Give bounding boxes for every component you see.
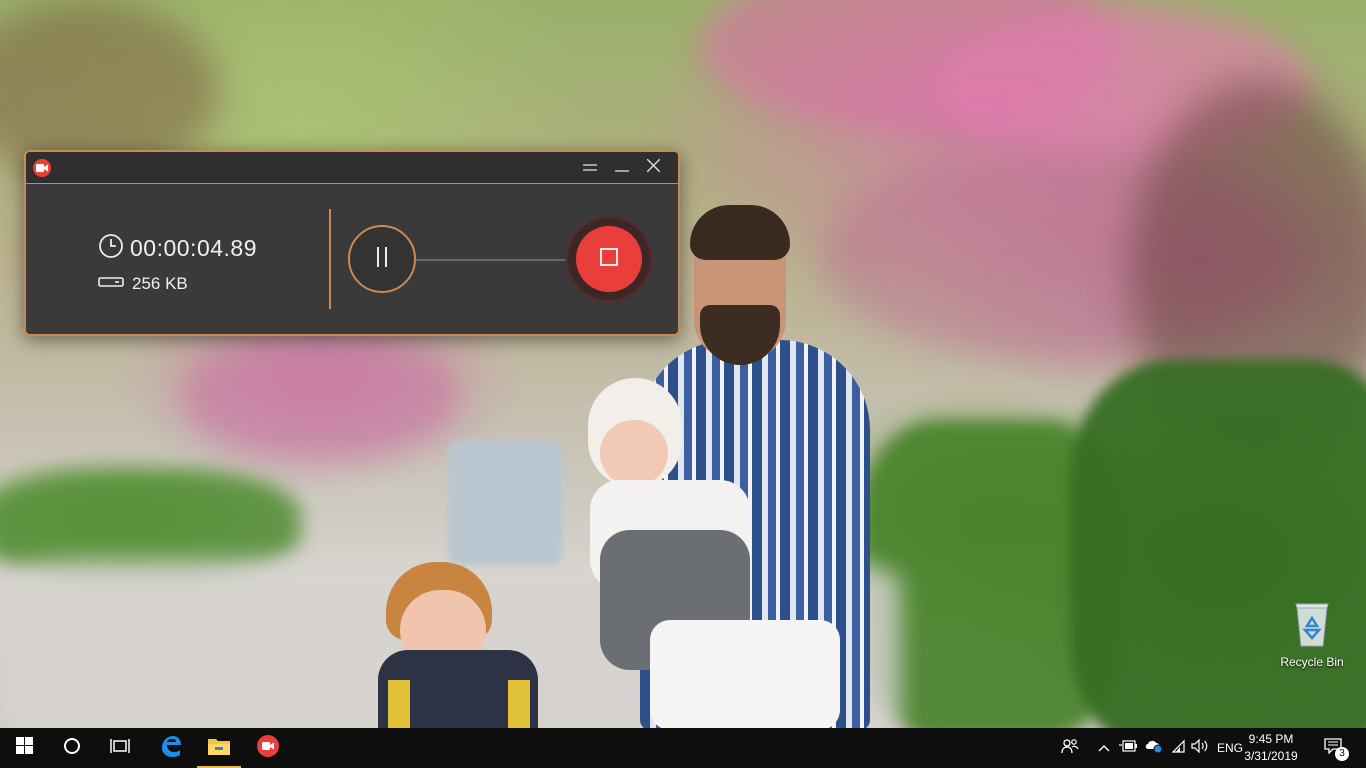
desktop-wallpaper <box>0 0 1366 728</box>
people-icon <box>1061 738 1079 759</box>
clock-time: 9:45 PM <box>1248 732 1294 746</box>
taskbar-clock[interactable]: 9:45 PM 3/31/2019 <box>1236 731 1306 765</box>
close-icon <box>646 158 660 177</box>
battery-button[interactable] <box>1117 728 1139 768</box>
wifi-icon <box>1170 739 1186 758</box>
pause-button[interactable] <box>348 225 416 293</box>
screen-recorder-window: 00:00:04.89 256 KB <box>24 150 680 336</box>
clock-icon <box>98 233 124 264</box>
storage-icon <box>98 275 124 294</box>
task-view-button[interactable] <box>96 728 144 768</box>
vertical-divider <box>329 209 331 309</box>
start-button[interactable] <box>0 728 48 768</box>
recycle-bin-icon <box>1292 603 1332 652</box>
folder-icon <box>207 736 231 761</box>
file-size: 256 KB <box>132 274 188 293</box>
volume-button[interactable] <box>1189 728 1211 768</box>
elapsed-time: 00:00:04.89 <box>130 234 258 261</box>
chevron-up-icon <box>1098 739 1110 757</box>
notification-count-badge: 3 <box>1335 747 1349 761</box>
edge-taskbar-button[interactable] <box>147 728 195 768</box>
windows-logo-icon <box>15 737 33 759</box>
pause-icon <box>375 246 389 273</box>
stop-button[interactable] <box>576 226 642 292</box>
screen-recorder-icon <box>256 734 280 763</box>
battery-charging-icon <box>1119 739 1137 757</box>
minimize-icon <box>615 159 629 177</box>
stop-button-ring <box>565 215 653 303</box>
cloud-sync-icon <box>1144 738 1164 759</box>
wifi-button[interactable] <box>1167 728 1189 768</box>
people-button[interactable] <box>1058 728 1082 768</box>
control-track-line <box>416 259 566 261</box>
task-view-icon <box>110 738 130 759</box>
cortana-circle-icon <box>63 737 81 760</box>
recycle-bin-label: Recycle Bin <box>1280 655 1344 669</box>
hamburger-icon <box>583 159 597 177</box>
onedrive-sync-button[interactable] <box>1142 728 1166 768</box>
edge-browser-icon <box>159 734 183 763</box>
minimize-button[interactable] <box>608 156 636 180</box>
clock-date: 3/31/2019 <box>1244 749 1298 763</box>
recorder-taskbar-button[interactable] <box>244 728 292 768</box>
recorder-app-icon <box>33 159 51 177</box>
menu-button[interactable] <box>576 156 604 180</box>
close-button[interactable] <box>639 156 667 180</box>
speaker-icon <box>1191 738 1209 758</box>
cortana-search-button[interactable] <box>48 728 96 768</box>
show-hidden-icons-button[interactable] <box>1094 728 1114 768</box>
taskbar: ENG 9:45 PM 3/31/2019 3 <box>0 728 1366 768</box>
stop-icon <box>600 247 618 271</box>
recorder-titlebar[interactable] <box>26 152 678 184</box>
recycle-bin[interactable]: Recycle Bin <box>1276 600 1348 669</box>
recording-info: 00:00:04.89 256 KB <box>98 230 257 302</box>
file-explorer-taskbar-button[interactable] <box>195 728 243 768</box>
